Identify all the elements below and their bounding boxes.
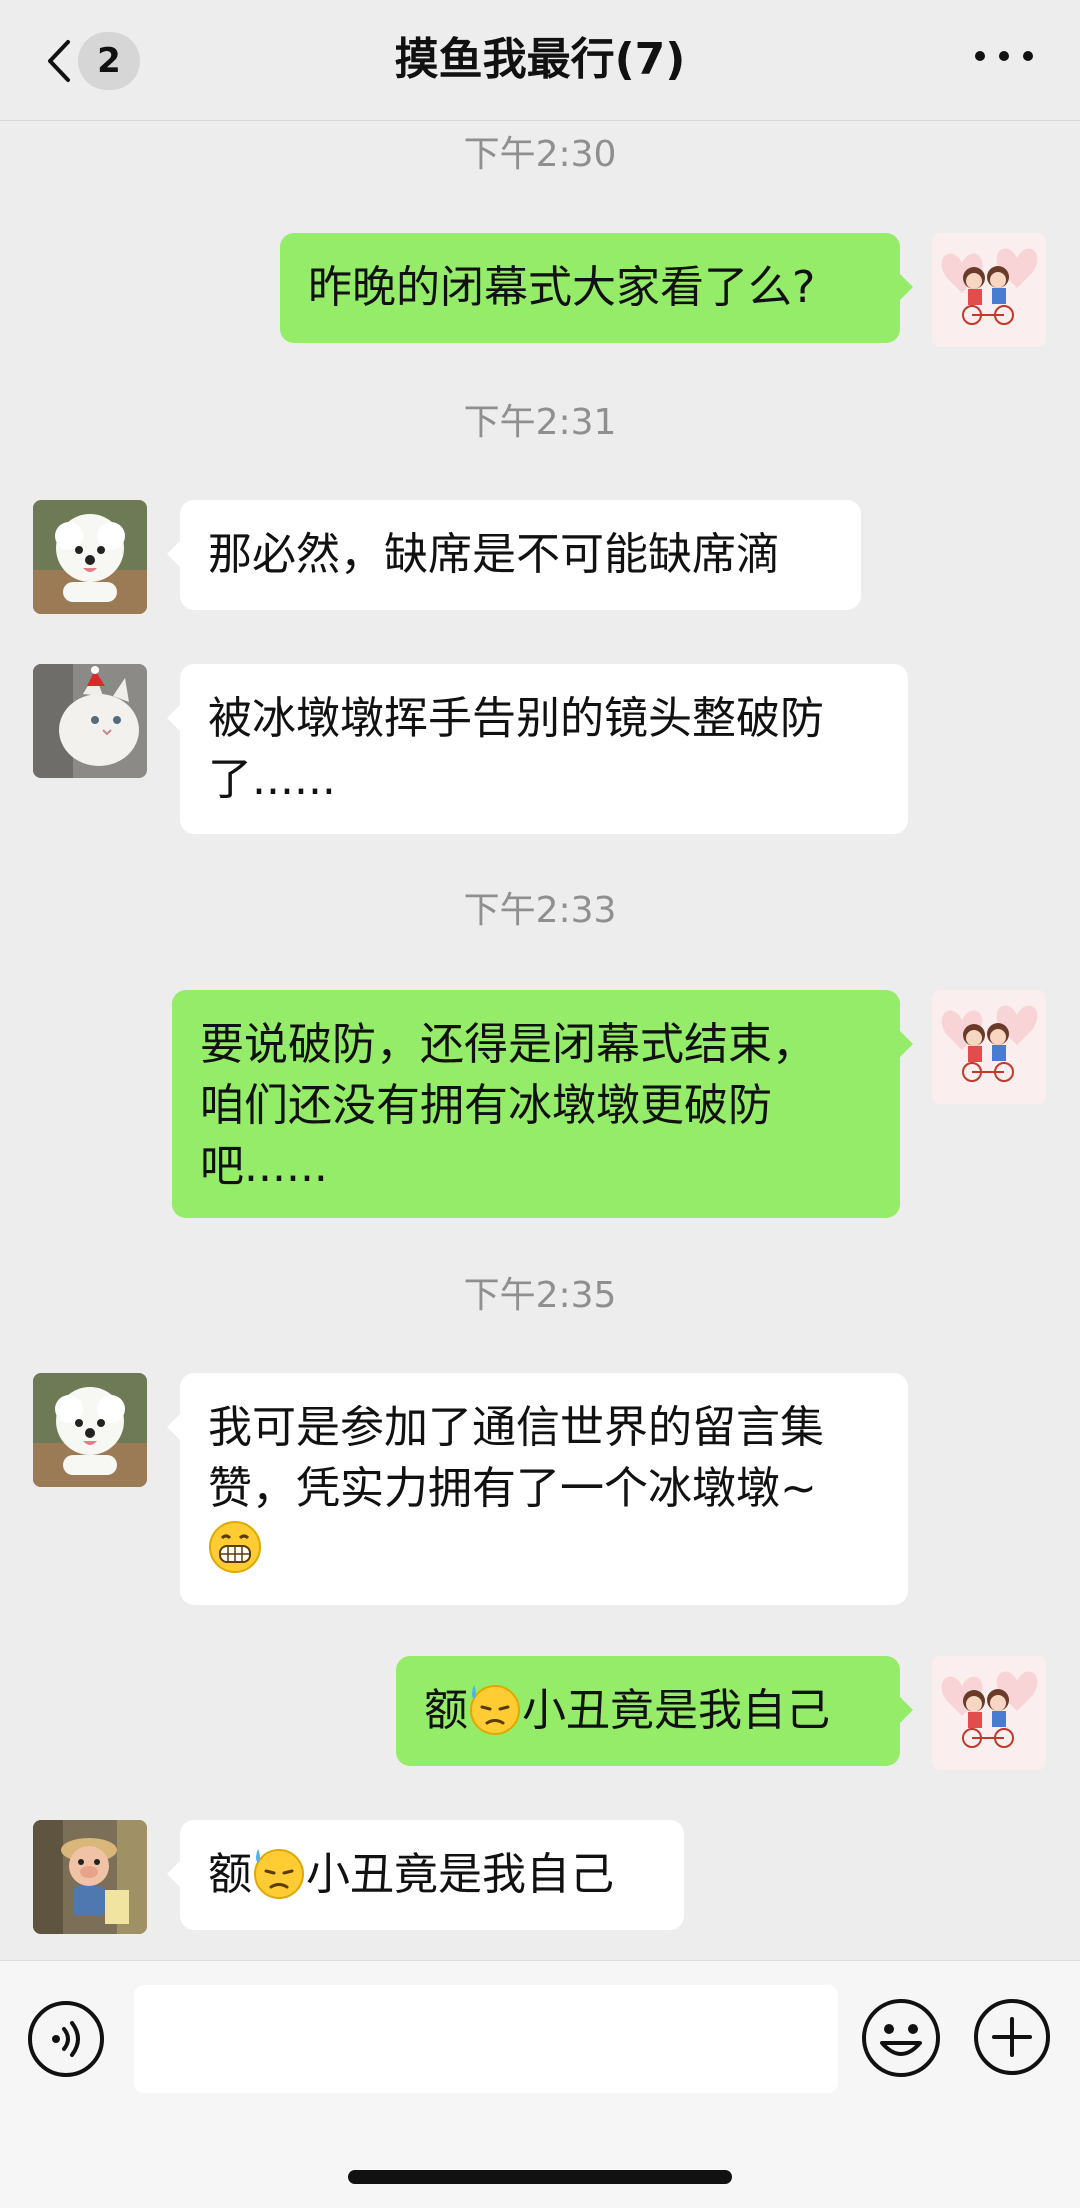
message-text-line: 被冰墩墩挥手告别的镜头整破防 bbox=[208, 693, 824, 744]
white-cat-avatar-icon bbox=[33, 664, 147, 778]
message-text-line: 吧...... bbox=[200, 1141, 328, 1192]
timestamp: 下午2:35 bbox=[463, 1275, 617, 1316]
message-text: 小丑竟是我自己 bbox=[306, 1849, 614, 1900]
white-dog-avatar-icon bbox=[33, 1373, 147, 1487]
timestamp: 下午2:33 bbox=[463, 890, 617, 931]
message-bubble-incoming[interactable]: 我可是参加了通信世界的留言集 赞，凭实力拥有了一个冰墩墩~ bbox=[167, 1373, 908, 1605]
avatar[interactable] bbox=[33, 1820, 147, 1934]
message-text: 额 bbox=[424, 1685, 468, 1736]
cartoon-pig-avatar-icon bbox=[33, 1820, 147, 1934]
message-text-line: 要说破防，还得是闭幕式结束， bbox=[200, 1019, 816, 1070]
sweat-emoji bbox=[470, 1685, 520, 1735]
message-bubble-incoming[interactable]: 额 小丑竟是我自己 bbox=[167, 1820, 684, 1930]
avatar[interactable] bbox=[932, 233, 1046, 347]
message-text: 额 bbox=[208, 1849, 252, 1900]
message-bubble-outgoing[interactable]: 要说破防，还得是闭幕式结束， 咱们还没有拥有冰墩墩更破防 吧...... bbox=[172, 990, 913, 1218]
message-text-line: 赞，凭实力拥有了一个冰墩墩~ bbox=[208, 1463, 817, 1514]
couple-bike-avatar-icon bbox=[932, 990, 1046, 1104]
white-dog-avatar-icon bbox=[33, 500, 147, 614]
plus-icon[interactable] bbox=[972, 1997, 1052, 2077]
message-bubble-outgoing[interactable]: 昨晚的闭幕式大家看了么? bbox=[280, 233, 913, 343]
avatar[interactable] bbox=[33, 500, 147, 614]
couple-bike-avatar-icon bbox=[932, 1656, 1046, 1770]
timestamp: 下午2:30 bbox=[463, 134, 617, 175]
voice-icon[interactable] bbox=[26, 1999, 106, 2079]
message-text-line: 咱们还没有拥有冰墩墩更破防 bbox=[200, 1080, 772, 1131]
avatar[interactable] bbox=[932, 990, 1046, 1104]
home-indicator[interactable] bbox=[348, 2170, 732, 2184]
emoji-icon[interactable] bbox=[860, 1997, 942, 2079]
message-input[interactable] bbox=[134, 1985, 838, 2093]
more-dots-icon[interactable] bbox=[970, 46, 1060, 66]
chevron-left-icon[interactable] bbox=[40, 36, 80, 86]
avatar[interactable] bbox=[33, 664, 147, 778]
message-text-line: 了...... bbox=[208, 754, 336, 805]
message-text: 小丑竟是我自己 bbox=[522, 1685, 830, 1736]
avatar[interactable] bbox=[33, 1373, 147, 1487]
avatar[interactable] bbox=[932, 1656, 1046, 1770]
message-bubble-outgoing[interactable]: 额 小丑竟是我自己 bbox=[396, 1656, 913, 1766]
message-text-line: 我可是参加了通信世界的留言集 bbox=[208, 1402, 824, 1453]
chat-title: 摸鱼我最行(7) bbox=[394, 34, 686, 85]
chat-header: 2 摸鱼我最行(7) bbox=[0, 0, 1080, 121]
unread-count-badge[interactable]: 2 bbox=[78, 32, 140, 90]
timestamp: 下午2:31 bbox=[463, 402, 617, 443]
message-bubble-incoming[interactable]: 被冰墩墩挥手告别的镜头整破防 了...... bbox=[167, 664, 908, 834]
message-text: 昨晚的闭幕式大家看了么? bbox=[308, 262, 816, 313]
sweat-emoji bbox=[254, 1849, 304, 1899]
grin-emoji bbox=[209, 1521, 261, 1573]
message-bubble-incoming[interactable]: 那必然，缺席是不可能缺席滴 bbox=[167, 500, 861, 610]
couple-bike-avatar-icon bbox=[932, 233, 1046, 347]
message-text: 那必然，缺席是不可能缺席滴 bbox=[208, 529, 780, 580]
